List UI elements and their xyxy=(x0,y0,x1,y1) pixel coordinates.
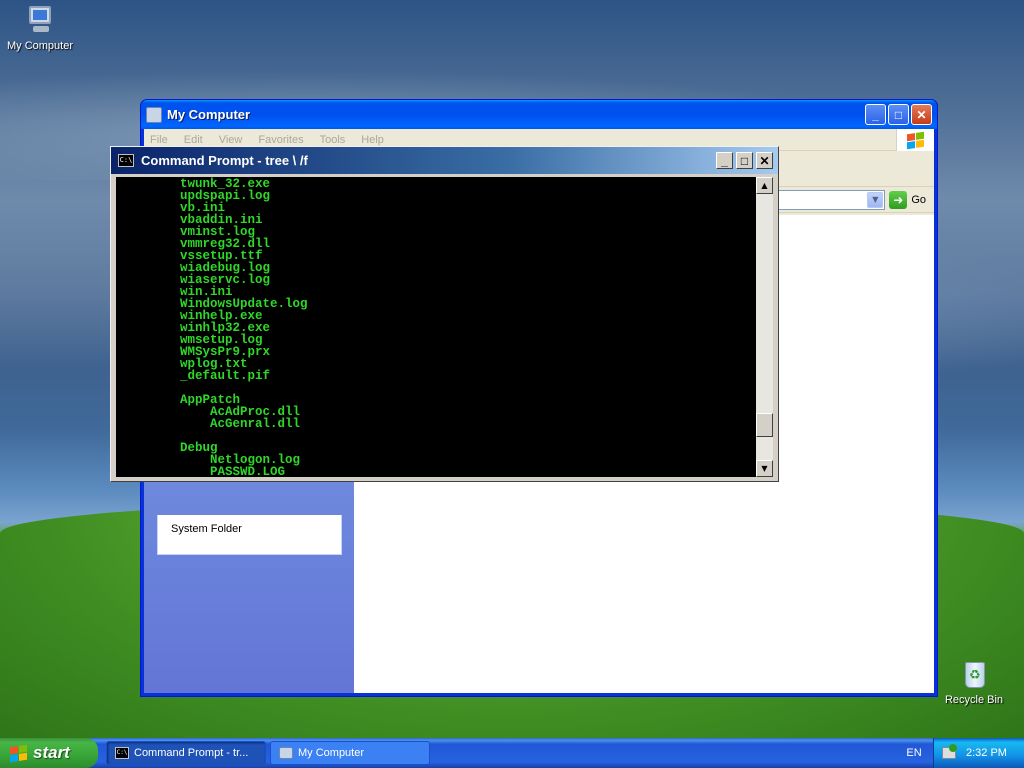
recycle-bin-icon xyxy=(957,658,991,690)
my-computer-icon xyxy=(279,747,293,759)
chevron-down-icon[interactable]: ▼ xyxy=(867,191,884,208)
go-arrow-icon: ➜ xyxy=(889,190,908,209)
scroll-up-arrow-icon[interactable]: ▲ xyxy=(756,177,773,194)
desktop-icon-recycle-bin[interactable]: Recycle Bin xyxy=(934,658,1014,706)
language-indicator[interactable]: EN xyxy=(895,738,933,768)
desktop-icon-label: Recycle Bin xyxy=(944,694,1004,706)
taskbar-button-label: Command Prompt - tr... xyxy=(134,747,249,759)
menu-edit[interactable]: Edit xyxy=(184,134,203,146)
console-output[interactable]: twunk_32.exe updspapi.log vb.ini vbaddin… xyxy=(116,177,756,477)
start-label: start xyxy=(33,743,70,762)
my-computer-titlebar[interactable]: My Computer _ □ ✕ xyxy=(141,100,937,129)
cmd-maximize-button[interactable]: □ xyxy=(736,152,753,169)
scroll-thumb[interactable] xyxy=(756,413,773,437)
taskbar-button-label: My Computer xyxy=(298,747,365,759)
taskbar-button-command-prompt[interactable]: C:\ Command Prompt - tr... xyxy=(106,741,266,765)
go-label: Go xyxy=(911,193,926,206)
menu-favorites[interactable]: Favorites xyxy=(258,134,303,146)
maximize-button[interactable]: □ xyxy=(888,104,909,125)
my-computer-icon xyxy=(23,4,57,36)
desktop-icon-label: My Computer xyxy=(6,40,74,52)
minimize-button[interactable]: _ xyxy=(865,104,886,125)
menu-file[interactable]: File xyxy=(150,134,168,146)
start-button[interactable]: start xyxy=(0,738,98,768)
taskbar-button-my-computer[interactable]: My Computer xyxy=(270,741,430,765)
my-computer-title-icon xyxy=(146,106,162,123)
my-computer-title: My Computer xyxy=(167,107,251,122)
console-scrollbar[interactable]: ▲ ▼ xyxy=(756,177,773,477)
cmd-close-button[interactable]: ✕ xyxy=(756,152,773,169)
details-box: System Folder xyxy=(157,515,342,555)
cmd-icon: C:\ xyxy=(115,747,129,759)
console-text: twunk_32.exe updspapi.log vb.ini vbaddin… xyxy=(180,177,308,477)
details-system-folder: System Folder xyxy=(171,523,242,535)
windows-logo-icon xyxy=(896,129,934,151)
go-button[interactable]: ➜ Go xyxy=(889,190,926,209)
menu-tools[interactable]: Tools xyxy=(320,134,346,146)
system-tray: 2:32 PM xyxy=(933,738,1024,768)
cmd-icon: C:\ xyxy=(118,154,134,167)
scroll-down-arrow-icon[interactable]: ▼ xyxy=(756,460,773,477)
command-prompt-window[interactable]: C:\ Command Prompt - tree \ /f _ □ ✕ twu… xyxy=(110,146,779,482)
network-icon[interactable] xyxy=(942,744,957,759)
menu-help[interactable]: Help xyxy=(361,134,384,146)
command-prompt-titlebar[interactable]: C:\ Command Prompt - tree \ /f _ □ ✕ xyxy=(111,147,778,174)
close-button[interactable]: ✕ xyxy=(911,104,932,125)
taskbar: start C:\ Command Prompt - tr... My Comp… xyxy=(0,738,1024,768)
windows-flag-icon xyxy=(10,744,27,762)
command-prompt-title: Command Prompt - tree \ /f xyxy=(141,153,308,168)
menu-view[interactable]: View xyxy=(219,134,243,146)
cmd-minimize-button[interactable]: _ xyxy=(716,152,733,169)
desktop-icon-my-computer[interactable]: My Computer xyxy=(0,4,80,52)
clock[interactable]: 2:32 PM xyxy=(966,747,1007,759)
